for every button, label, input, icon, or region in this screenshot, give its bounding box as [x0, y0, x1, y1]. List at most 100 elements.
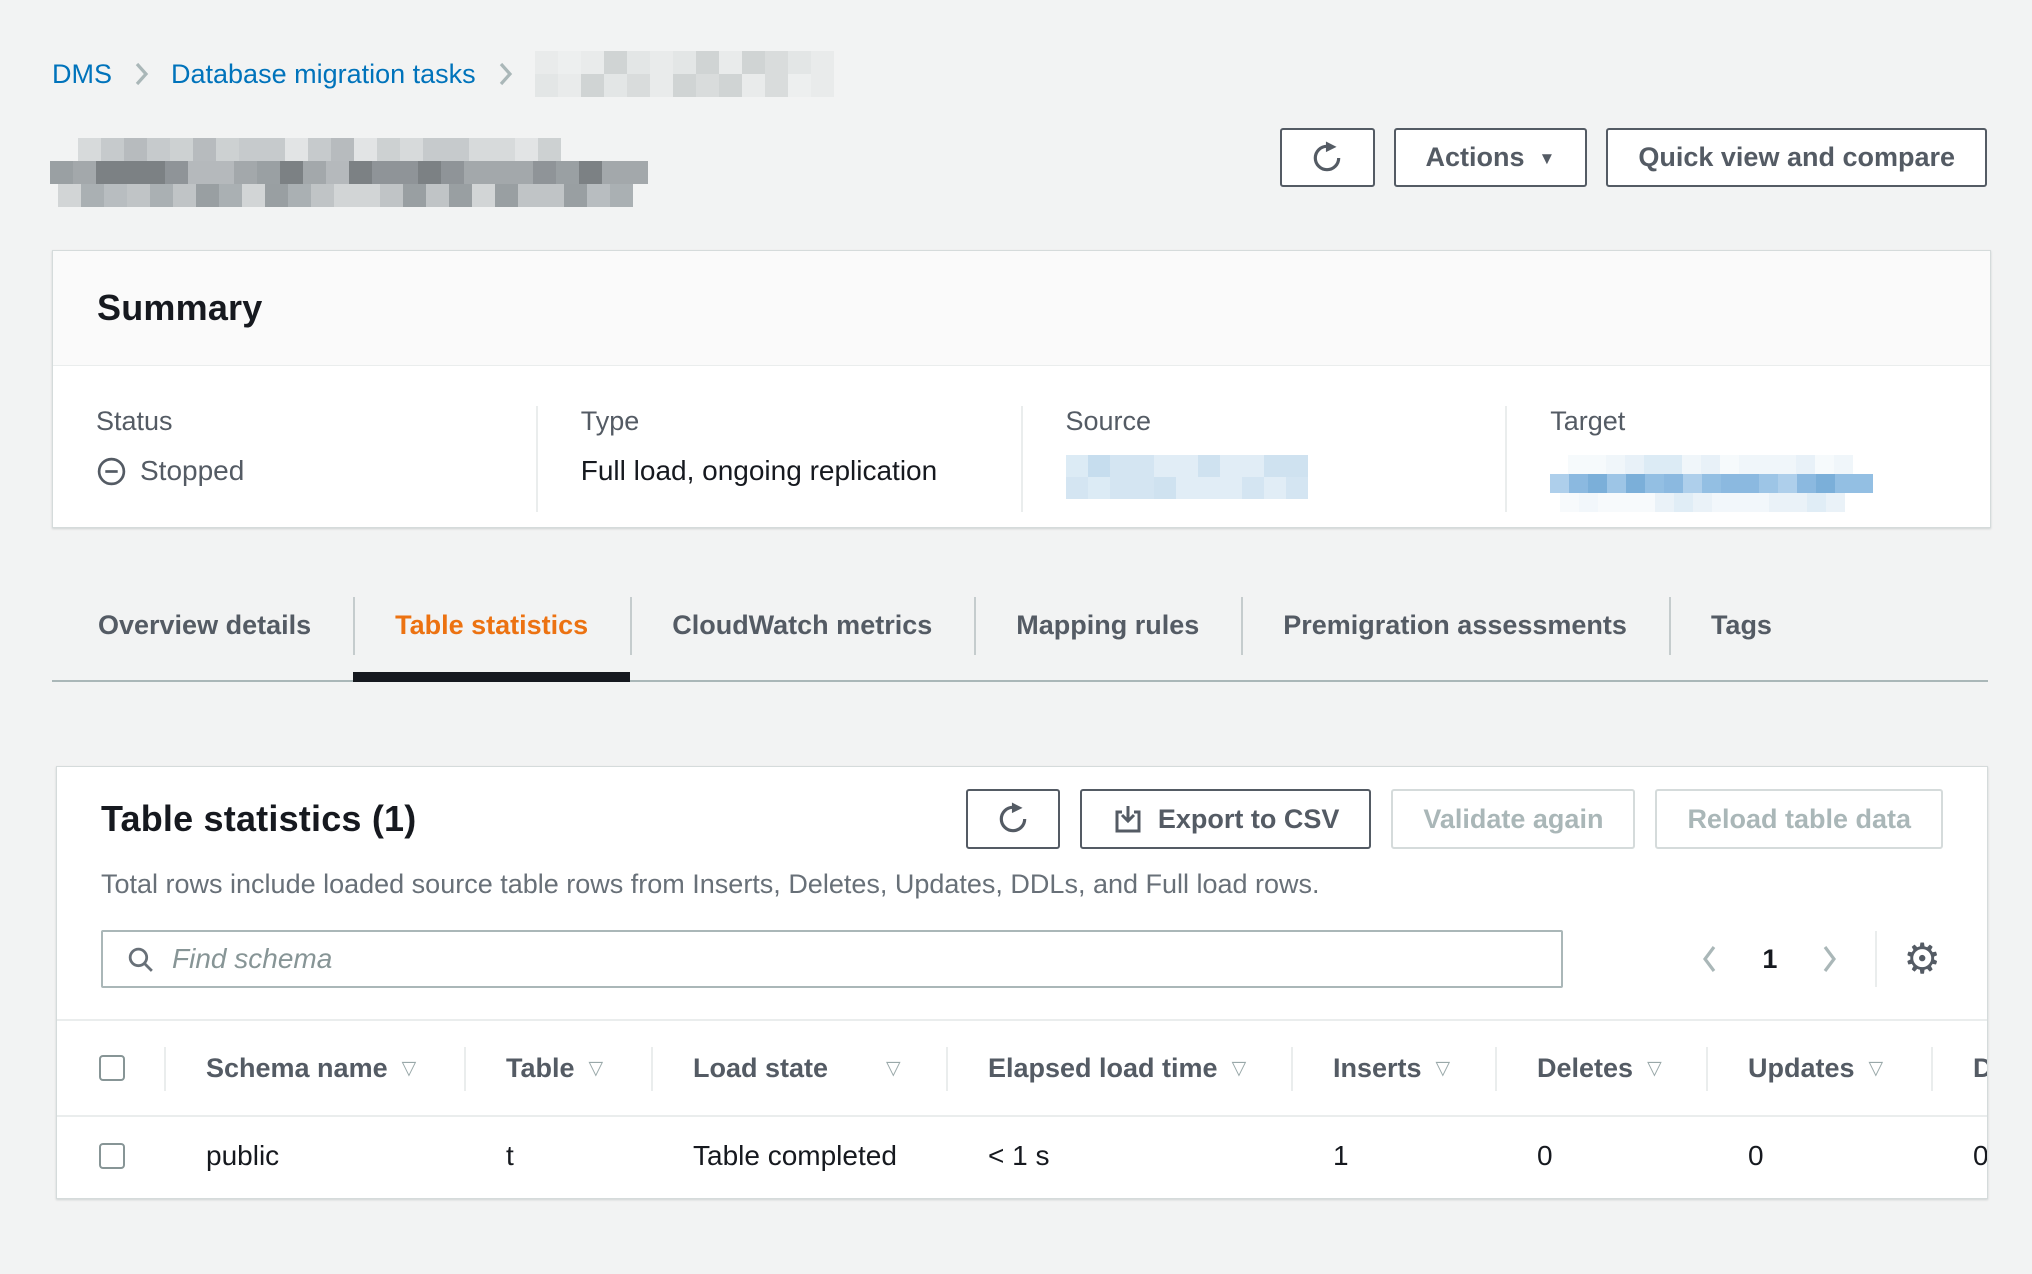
cell-deletes: 0: [1495, 1117, 1706, 1195]
column-label: Deletes: [1537, 1053, 1633, 1084]
table-statistics-actions: Export to CSV Validate again Reload tabl…: [966, 789, 1943, 849]
tab-tags[interactable]: Tags: [1669, 592, 1814, 680]
sort-icon: ▽: [402, 1057, 417, 1080]
column-header-schema-name[interactable]: Schema name ▽: [164, 1021, 464, 1117]
chevron-left-icon: [1700, 943, 1718, 975]
row-checkbox[interactable]: [99, 1143, 125, 1169]
cell-inserts: 1: [1291, 1117, 1495, 1195]
table-statistics-title: Table statistics (1): [101, 798, 416, 840]
tab-premigration-assessments[interactable]: Premigration assessments: [1241, 592, 1669, 680]
column-header-elapsed-load-time[interactable]: Elapsed load time ▽: [946, 1021, 1291, 1117]
dms-task-page: DMS Database migration tasks Actions ▼ Q…: [0, 0, 2032, 1274]
chevron-right-icon: [498, 61, 513, 87]
column-header-updates[interactable]: Updates ▽: [1706, 1021, 1931, 1117]
column-label: Elapsed load time: [988, 1053, 1218, 1084]
tab-label: Table statistics: [395, 610, 588, 640]
cell-schema-name: public: [164, 1117, 464, 1195]
type-value: Full load, ongoing replication: [581, 455, 1021, 487]
breadcrumb: DMS Database migration tasks: [52, 50, 834, 98]
pagination: 1 ⚙: [1694, 930, 1941, 988]
validate-again-button: Validate again: [1391, 789, 1635, 849]
current-page: 1: [1762, 944, 1777, 975]
minus-circle-icon: [96, 456, 127, 487]
search-input[interactable]: [172, 943, 1561, 975]
schema-search: [101, 930, 1563, 988]
redacted-page-title: [50, 138, 648, 207]
validate-again-label: Validate again: [1423, 804, 1603, 835]
field-label: Target: [1550, 406, 1990, 437]
refresh-icon: [996, 802, 1030, 836]
caret-down-icon: ▼: [1539, 150, 1556, 167]
select-all-checkbox[interactable]: [99, 1055, 125, 1081]
column-header-deletes[interactable]: Deletes▽: [1495, 1021, 1706, 1117]
tab-table-statistics[interactable]: Table statistics: [353, 592, 630, 680]
summary-card-header: Summary: [53, 251, 1990, 366]
column-header-inserts[interactable]: Inserts▽: [1291, 1021, 1495, 1117]
download-icon: [1112, 803, 1144, 835]
summary-title: Summary: [97, 287, 262, 329]
column-label: Schema name: [206, 1053, 388, 1084]
status-badge: Stopped: [96, 455, 536, 487]
summary-card: Summary Status Stopped Type Full load, o…: [52, 250, 1991, 528]
sort-icon: ▽: [1436, 1057, 1451, 1080]
cell-table: t: [464, 1117, 651, 1195]
quick-view-compare-button[interactable]: Quick view and compare: [1606, 128, 1987, 187]
summary-field-target: Target: [1505, 406, 1990, 512]
refresh-icon: [1310, 141, 1344, 175]
tab-label: Premigration assessments: [1283, 610, 1627, 640]
page-actions: Actions ▼ Quick view and compare: [1280, 128, 1987, 187]
summary-body: Status Stopped Type Full load, ongoing r…: [53, 366, 1990, 546]
column-label: Updates: [1748, 1053, 1855, 1084]
sort-icon: ▽: [1232, 1057, 1247, 1080]
export-csv-label: Export to CSV: [1158, 804, 1340, 835]
gear-icon[interactable]: ⚙: [1903, 938, 1941, 980]
breadcrumb-link-tasks[interactable]: Database migration tasks: [171, 59, 476, 90]
column-header-load-state[interactable]: Load state▽: [651, 1021, 946, 1117]
cell-elapsed-load-time: < 1 s: [946, 1117, 1291, 1195]
quick-view-label: Quick view and compare: [1638, 142, 1955, 173]
column-header-table[interactable]: Table ▽: [464, 1021, 651, 1117]
summary-field-type: Type Full load, ongoing replication: [536, 406, 1021, 512]
summary-field-status: Status Stopped: [53, 406, 536, 512]
summary-field-source: Source: [1021, 406, 1506, 512]
tab-label: CloudWatch metrics: [672, 610, 932, 640]
breadcrumb-link-dms[interactable]: DMS: [52, 59, 112, 90]
cell-updates: 0: [1706, 1117, 1931, 1195]
actions-label: Actions: [1426, 142, 1525, 173]
reload-table-data-label: Reload table data: [1687, 804, 1911, 835]
redacted-target-link: [1550, 474, 1873, 493]
actions-menu-button[interactable]: Actions ▼: [1394, 128, 1588, 187]
tab-label: Overview details: [98, 610, 311, 640]
table-statistics-description: Total rows include loaded source table r…: [101, 869, 1943, 900]
redacted-title-row: [50, 161, 648, 184]
column-label: Load state: [693, 1053, 828, 1084]
column-header-ddls[interactable]: DDLs▽: [1931, 1021, 1988, 1117]
field-label: Type: [581, 406, 1021, 437]
row-select-cell: [57, 1117, 164, 1195]
redacted-breadcrumb-task-name: [535, 51, 834, 97]
tab-cloudwatch-metrics[interactable]: CloudWatch metrics: [630, 592, 974, 680]
sort-icon: ▽: [1869, 1057, 1884, 1080]
status-text: Stopped: [140, 455, 244, 487]
export-csv-button[interactable]: Export to CSV: [1080, 789, 1372, 849]
field-label: Status: [96, 406, 536, 437]
redacted-source-link: [1066, 455, 1308, 499]
column-label: Table: [506, 1053, 575, 1084]
sort-icon: ▽: [589, 1057, 604, 1080]
tab-mapping-rules[interactable]: Mapping rules: [974, 592, 1241, 680]
cell-load-state: Table completed: [651, 1117, 946, 1195]
tab-overview-details[interactable]: Overview details: [52, 592, 353, 680]
search-icon: [125, 944, 156, 975]
divider: [1875, 931, 1877, 987]
redacted-title-row: [78, 138, 561, 161]
refresh-table-button[interactable]: [966, 789, 1060, 849]
table-statistics-panel: Table statistics (1) Export to CSV Valid…: [56, 766, 1988, 1199]
select-all-cell: [57, 1021, 164, 1117]
chevron-right-icon: [134, 61, 149, 87]
refresh-button[interactable]: [1280, 128, 1375, 187]
redacted-target-link: [1560, 493, 1845, 512]
tab-label: Mapping rules: [1016, 610, 1199, 640]
field-label: Source: [1066, 406, 1506, 437]
next-page-button[interactable]: [1815, 943, 1845, 975]
previous-page-button[interactable]: [1694, 943, 1724, 975]
